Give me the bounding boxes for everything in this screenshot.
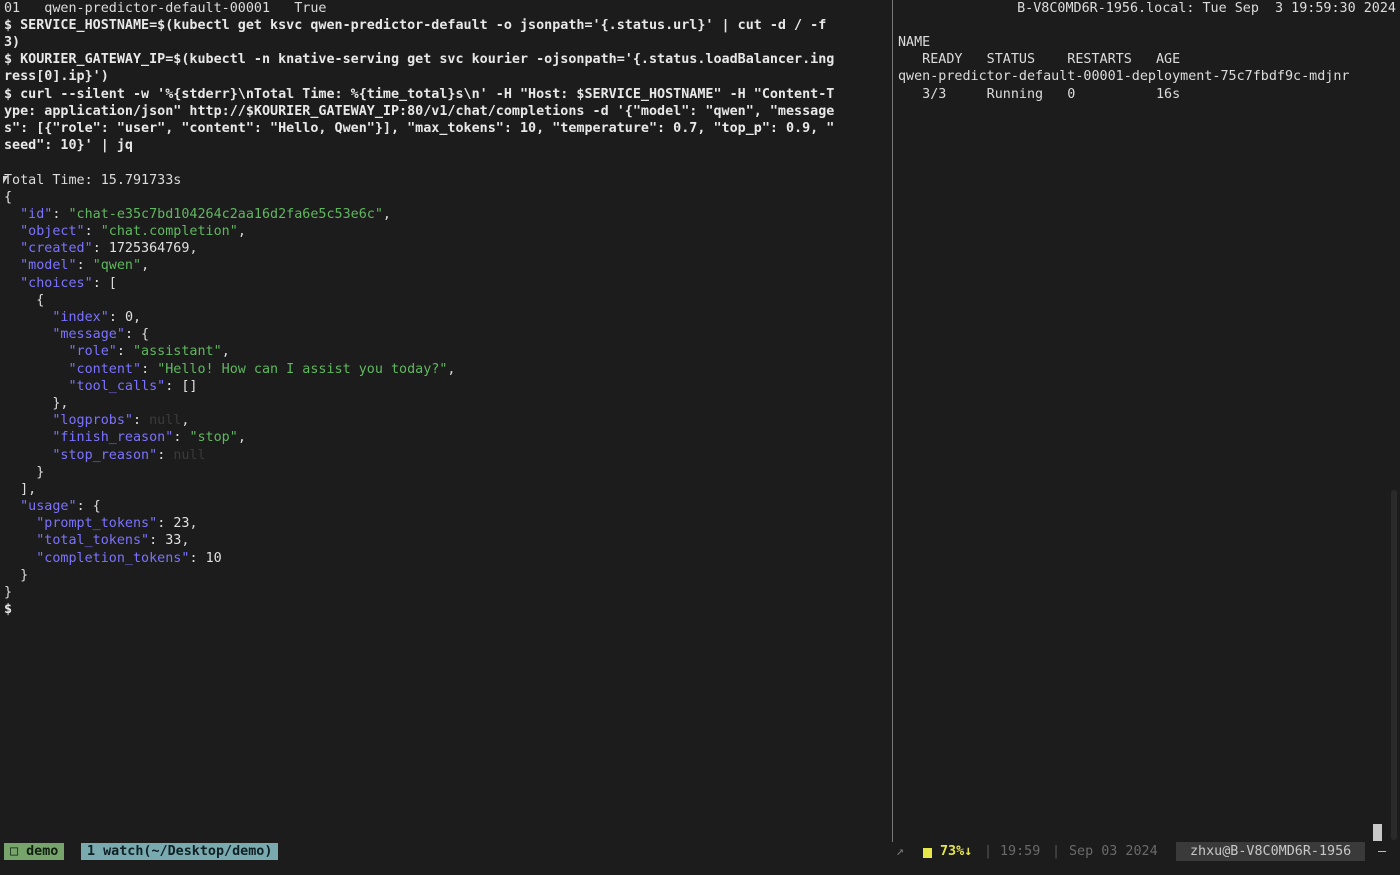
battery-level: 73%↓ (940, 844, 973, 859)
json-value: 33 (165, 533, 182, 548)
terminal-line: 01 qwen-predictor-default-00001 True (4, 1, 327, 16)
json-key: "object" (20, 224, 85, 239)
window-tab[interactable]: 1 watch(~/Desktop/demo) (81, 843, 279, 860)
shell-prompt[interactable]: $ (4, 601, 12, 618)
json-row: "choices": [ (20, 276, 117, 291)
json-key: "content" (68, 362, 142, 377)
json-row: "object": "chat.completion", (20, 224, 246, 239)
terminal-line: ype: application/json" http://$KOURIER_G… (4, 104, 835, 119)
json-value: null (149, 413, 182, 428)
pane-divider[interactable] (892, 0, 893, 842)
status-separator: | (984, 844, 993, 859)
json-row: "content": "Hello! How can I assist you … (68, 362, 456, 377)
json-key: "index" (52, 310, 109, 325)
json-value: "stop" (189, 430, 238, 445)
pod-name: qwen-predictor-default-00001-deployment-… (898, 69, 1350, 84)
col-headers: READY STATUS RESTARTS AGE (898, 52, 1181, 67)
json-value: 23 (173, 516, 190, 531)
json-row: "index": 0, (52, 310, 142, 325)
status-date: Sep 03 2024 (1069, 844, 1158, 859)
terminal-line: seed": 10}' | jq (4, 138, 133, 153)
json-row: "logprobs": null, (52, 413, 190, 428)
tmux-status-bar: □ demo 1 watch(~/Desktop/demo) ↗ 73%↓ | … (0, 842, 1400, 861)
json-row: { (4, 293, 45, 308)
status-host: zhxu@B-V8C0MD6R-1956 (1176, 842, 1366, 861)
json-key: "tool_calls" (68, 379, 166, 394)
status-separator: | (1052, 844, 1061, 859)
json-row: } (4, 585, 13, 600)
json-value: "assistant" (133, 344, 222, 359)
json-key: "prompt_tokens" (36, 516, 158, 531)
json-key: "created" (20, 241, 93, 256)
terminal-cursor-block (1373, 824, 1382, 841)
json-value: "qwen" (92, 258, 142, 273)
json-key: "role" (68, 344, 117, 359)
json-value: 10 (205, 551, 222, 566)
watch-header: B-V8C0MD6R-1956.local: Tue Sep 3 19:59:3… (1017, 1, 1396, 16)
session-tab[interactable]: □ demo (4, 843, 65, 860)
json-value: 1725364769 (108, 241, 190, 256)
json-row: "completion_tokens": 10 (36, 551, 222, 566)
json-row: "total_tokens": 33, (36, 533, 190, 548)
terminal-line: ress[0].ip}') (4, 69, 109, 84)
terminal-line: $ KOURIER_GATEWAY_IP=$(kubectl -n knativ… (4, 52, 835, 67)
json-row: "prompt_tokens": 23, (36, 516, 198, 531)
json-key: "completion_tokens" (36, 551, 190, 566)
terminal-line: $ SERVICE_HOSTNAME=$(kubectl get ksvc qw… (4, 18, 827, 33)
json-row: "usage": { (20, 499, 101, 514)
arrow-icon: ↗ (896, 844, 905, 859)
json-value: "chat.completion" (100, 224, 238, 239)
pod-values: 3/3 Running 0 16s (898, 87, 1181, 102)
terminal-line: $ curl --silent -w '%{stderr}\nTotal Tim… (4, 87, 835, 102)
scrollbar[interactable] (1391, 490, 1397, 840)
json-value: [] (181, 379, 198, 394)
terminal-window[interactable]: 01 qwen-predictor-default-00001 True $ S… (0, 0, 1400, 875)
json-key: "id" (20, 207, 53, 222)
json-value: "Hello! How can I assist you today?" (157, 362, 448, 377)
window-bottom-edge (0, 861, 1400, 875)
col-name-header: NAME (898, 35, 931, 50)
json-value: "chat-e35c7bd104264c2aa16d2fa6e5c53e6c" (68, 207, 383, 222)
json-key: "finish_reason" (52, 430, 174, 445)
json-key: "choices" (20, 276, 93, 291)
json-row: } (4, 465, 45, 480)
status-time: 19:59 (1000, 844, 1041, 859)
json-key: "stop_reason" (52, 448, 158, 463)
json-row: ], (4, 482, 37, 497)
json-key: "usage" (20, 499, 77, 514)
terminal-line: s": [{"role": "user", "content": "Hello,… (4, 121, 835, 136)
json-key: "message" (52, 327, 125, 342)
json-row: "role": "assistant", (68, 344, 230, 359)
status-end: – (1378, 844, 1387, 859)
json-row: } (4, 568, 29, 583)
terminal-line: 3) (4, 35, 21, 50)
right-pane[interactable]: B-V8C0MD6R-1956.local: Tue Sep 3 19:59:3… (894, 0, 1400, 842)
json-row: "message": { (52, 327, 150, 342)
json-value: 0 (124, 310, 133, 325)
json-row: }, (4, 396, 69, 411)
json-row: "stop_reason": null (52, 448, 206, 463)
json-row: "model": "qwen", (20, 258, 150, 273)
json-key: "logprobs" (52, 413, 133, 428)
json-key: "total_tokens" (36, 533, 150, 548)
json-row: "tool_calls": [] (68, 379, 198, 394)
json-row: "created": 1725364769, (20, 241, 198, 256)
json-row: "id": "chat-e35c7bd104264c2aa16d2fa6e5c5… (20, 207, 391, 222)
json-key: "model" (20, 258, 77, 273)
json-brace: { (4, 190, 13, 205)
json-value: null (173, 448, 206, 463)
mouse-cursor-icon (3, 176, 8, 184)
left-pane[interactable]: 01 qwen-predictor-default-00001 True $ S… (0, 0, 892, 842)
json-row: "finish_reason": "stop", (52, 430, 246, 445)
total-time-line: Total Time: 15.791733s (4, 173, 182, 188)
battery-icon (923, 848, 932, 858)
